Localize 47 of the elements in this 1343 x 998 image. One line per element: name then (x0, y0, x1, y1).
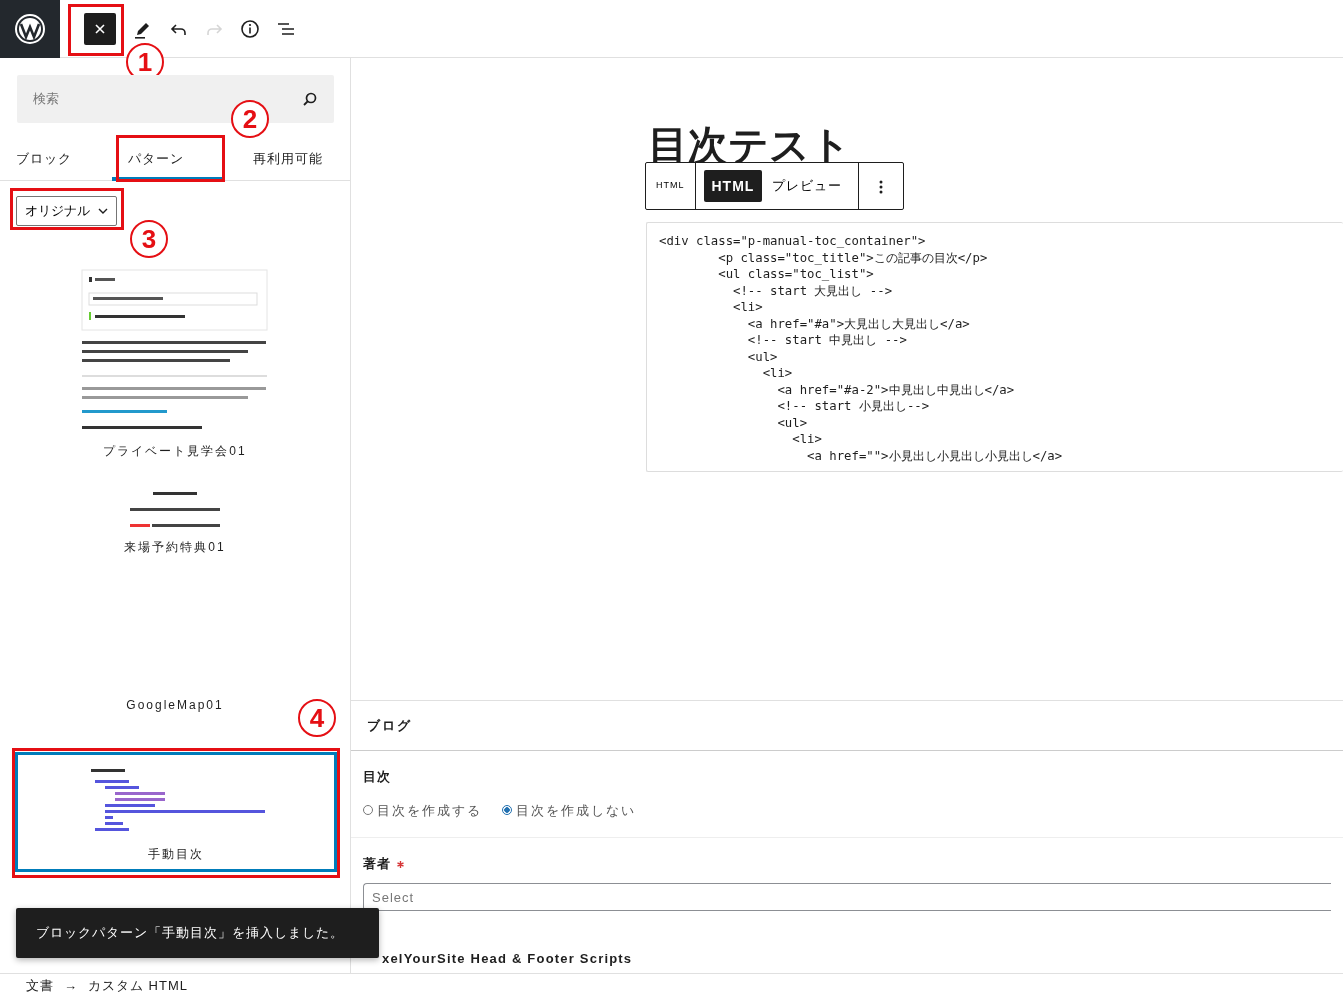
code-line: <a href="#a">大見出し大見出し</a> (746, 315, 970, 332)
annotation-number: 3 (130, 220, 168, 258)
mode-button[interactable]: プレビュー (764, 170, 851, 202)
snackbar-notice: ブロックパターン「手動目次」を挿入しました。 (16, 908, 379, 958)
inserter-tab[interactable]: パターン (112, 137, 222, 181)
chevron-down-icon (98, 207, 108, 215)
code-line: <p class="toc_title">この記事の目次</p> (717, 249, 988, 266)
logo-icon[interactable] (14, 12, 46, 45)
pattern-title: 手動目次 (148, 846, 204, 863)
code-line: <!-- start 大見出し --> (732, 282, 893, 299)
radio-label[interactable]: 目次を作成する (377, 800, 482, 820)
annotation-number: 2 (231, 100, 269, 138)
more-icon (879, 178, 884, 195)
field-label: 目次 (363, 768, 392, 786)
code-line: <ul> (776, 414, 808, 431)
pattern-title[interactable]: 来場予約特典01 (124, 538, 226, 560)
code-line: <li> (732, 299, 763, 316)
code-editor[interactable] (646, 222, 1343, 472)
breadcrumb-item[interactable]: カスタム HTML (88, 976, 188, 996)
code-line: <ul> (746, 348, 778, 365)
code-line: <li> (761, 365, 793, 382)
pattern-title[interactable]: GoogleMap01 (126, 696, 224, 718)
pattern-title[interactable]: プライベート見学会01 (103, 442, 247, 464)
code-line: <li> (791, 431, 822, 448)
code-line: <a href="">小見出し小見出し小見出し</a> (806, 447, 1063, 464)
close-button[interactable] (84, 12, 116, 45)
code-line: <ul class="toc_list"> (717, 266, 874, 283)
inserter-tab[interactable]: ブロック (0, 137, 88, 181)
field-label: 著者 (363, 855, 391, 871)
author-select[interactable]: Select (363, 883, 1331, 912)
code-line: <!-- start 小見出し--> (776, 398, 930, 415)
pattern-card[interactable]: 手動目次 (15, 752, 337, 872)
breadcrumb-item[interactable]: 文書 (26, 976, 54, 996)
breadcrumb-separator: → (64, 977, 78, 996)
section-heading: xelYourSite Head & Footer Scripts (382, 950, 633, 968)
code-line: <div class="p-manual-toc_container"> (659, 233, 926, 250)
radio-label[interactable]: 目次を作成しない (516, 800, 636, 820)
mode-button[interactable]: HTML (703, 170, 763, 202)
block-type-button[interactable]: HTML (656, 170, 685, 202)
code-line: <a href="#a-2">中見出し中見出し</a> (776, 381, 1015, 398)
annotation-number: 4 (298, 699, 336, 737)
radio-button[interactable] (502, 805, 512, 816)
search-icon (302, 91, 318, 107)
code-line: <!-- start 中見出し --> (746, 332, 907, 349)
category-dropdown[interactable]: オリジナル (16, 196, 117, 226)
inserter-tab[interactable]: 再利用可能 (237, 137, 339, 181)
section-heading: ブログ (367, 716, 412, 735)
